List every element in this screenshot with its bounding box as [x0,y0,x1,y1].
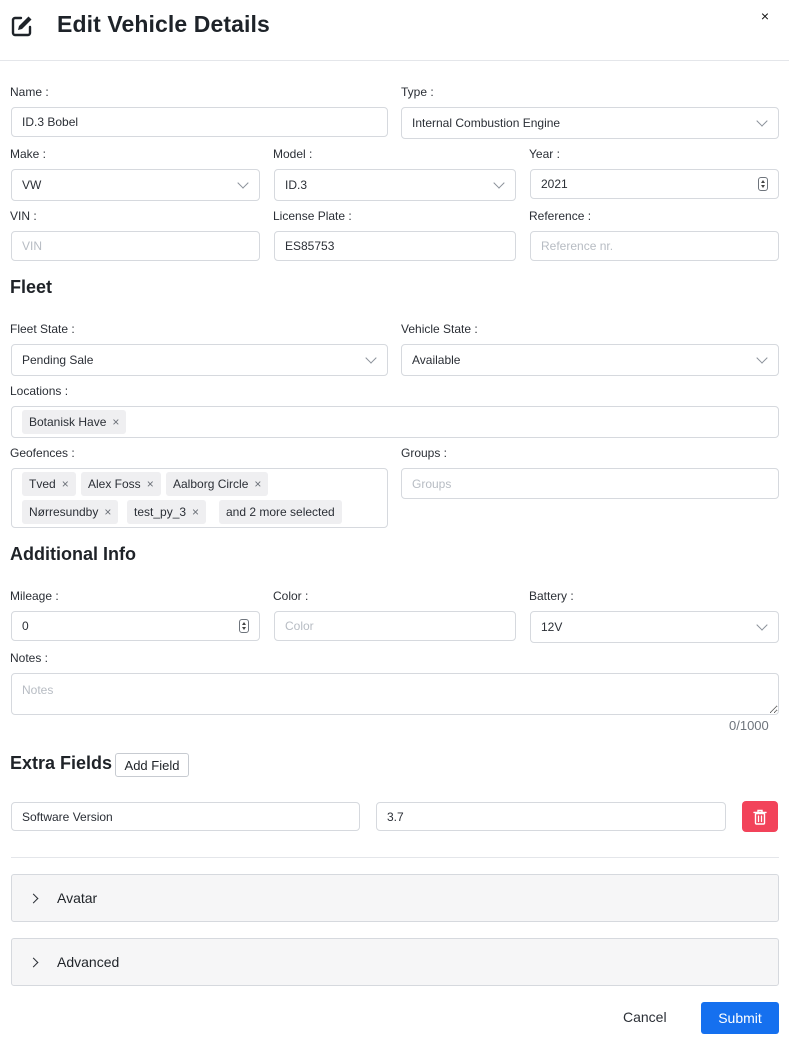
model-select[interactable]: ID.3 [274,169,516,201]
notes-char-counter: 0/1000 [729,718,769,733]
submit-button[interactable]: Submit [701,1002,779,1034]
remove-icon[interactable]: × [254,477,261,491]
make-label: Make : [10,147,47,161]
reference-input[interactable]: Reference nr. [530,231,779,261]
header-divider [0,60,789,61]
trash-icon [753,809,767,825]
number-stepper-icon[interactable] [758,177,768,191]
locations-label: Locations : [10,384,69,398]
geofence-tag[interactable]: Nørresundby × [22,500,119,524]
mileage-input[interactable]: 0 [11,611,260,641]
chevron-down-icon [756,619,768,631]
make-select[interactable]: VW [11,169,260,201]
location-tag[interactable]: Botanisk Have × [22,410,127,434]
edit-icon [11,16,32,37]
battery-select[interactable]: 12V [530,611,779,643]
extra-fields-divider [11,857,779,858]
chevron-down-icon [756,115,768,127]
page-title: Edit Vehicle Details [57,11,270,37]
extra-fields-section-title: Extra Fields [10,753,113,773]
notes-label: Notes : [10,651,49,665]
license-plate-input[interactable]: ES85753 [274,231,516,261]
geofence-tag[interactable]: Alex Foss × [81,472,161,496]
chevron-down-icon [365,352,377,364]
reference-label: Reference : [529,209,592,223]
close-button[interactable]: × [758,8,772,24]
remove-icon[interactable]: × [147,477,154,491]
advanced-accordion[interactable]: Advanced [11,938,779,986]
mileage-label: Mileage : [10,589,59,603]
geofences-label: Geofences : [10,446,75,460]
vin-input[interactable]: VIN [11,231,260,261]
cancel-button[interactable]: Cancel [623,1009,667,1025]
number-stepper-icon[interactable] [239,619,249,633]
add-field-button[interactable]: Add Field [115,753,189,777]
type-label: Type : [401,85,434,99]
chevron-down-icon [493,177,505,189]
type-select[interactable]: Internal Combustion Engine [401,107,779,139]
remove-icon[interactable]: × [104,505,111,519]
additional-info-section-title: Additional Info [10,544,136,564]
extra-field-value-input[interactable]: 3.7 [376,802,726,831]
vehicle-state-select[interactable]: Available [401,344,779,376]
battery-label: Battery : [529,589,574,603]
locations-multiselect[interactable] [11,406,779,438]
geofence-tag[interactable]: test_py_3 × [127,500,207,524]
license-plate-label: License Plate : [273,209,352,223]
geofence-tag[interactable]: Aalborg Circle × [166,472,269,496]
vehicle-state-label: Vehicle State : [401,322,478,336]
geofences-more-tag[interactable]: and 2 more selected [219,500,342,524]
extra-field-name-input[interactable]: Software Version [11,802,360,831]
name-input[interactable]: ID.3 Bobel [11,107,388,137]
avatar-accordion[interactable]: Avatar [11,874,779,922]
color-label: Color : [273,589,309,603]
groups-multiselect[interactable]: Groups [401,468,779,499]
chevron-down-icon [756,352,768,364]
vin-label: VIN : [10,209,37,223]
year-label: Year : [529,147,560,161]
fleet-state-label: Fleet State : [10,322,75,336]
remove-icon[interactable]: × [62,477,69,491]
advanced-accordion-label: Advanced [57,954,120,970]
chevron-down-icon [237,177,249,189]
avatar-accordion-label: Avatar [57,890,98,906]
color-input[interactable]: Color [274,611,516,641]
geofence-tag[interactable]: Tved × [22,472,76,496]
notes-textarea[interactable] [11,673,779,715]
close-icon: × [760,8,770,24]
fleet-section-title: Fleet [10,277,53,297]
model-label: Model : [273,147,313,161]
remove-icon[interactable]: × [112,415,119,429]
delete-field-button[interactable] [742,801,778,832]
year-input[interactable]: 2021 [530,169,779,199]
name-label: Name : [10,85,49,99]
chevron-right-icon [28,893,39,903]
groups-label: Groups : [401,446,448,460]
remove-icon[interactable]: × [192,505,199,519]
chevron-right-icon [28,957,39,967]
fleet-state-select[interactable]: Pending Sale [11,344,388,376]
